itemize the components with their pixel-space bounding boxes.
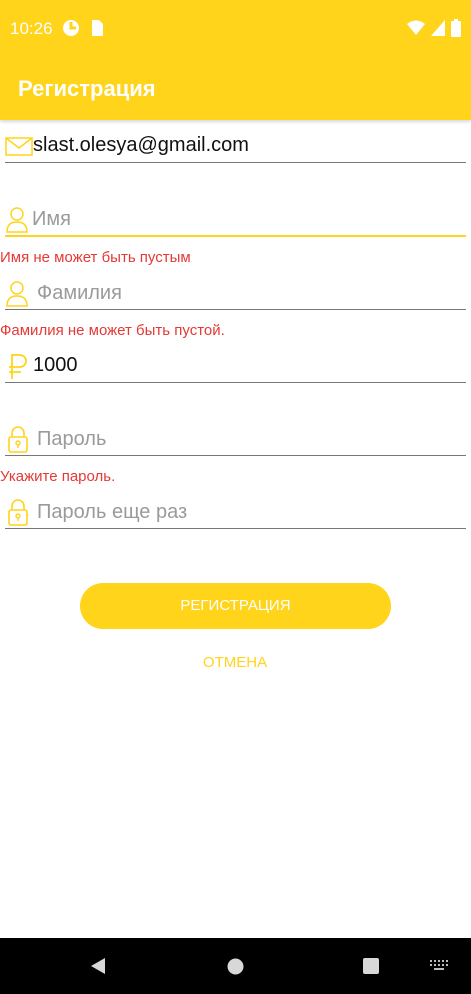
first-name-placeholder: Имя (32, 208, 71, 230)
ruble-icon (9, 354, 27, 379)
sim-card-icon (92, 20, 103, 36)
page-title: Регистрация (18, 76, 156, 101)
email-field[interactable]: slast.olesya@gmail.com (5, 130, 466, 163)
register-button[interactable]: РЕГИСТРАЦИЯ (80, 583, 391, 629)
password-repeat-placeholder: Пароль еще раз (37, 501, 188, 523)
password-field[interactable]: Пароль (5, 423, 466, 456)
password-placeholder: Пароль (37, 428, 107, 450)
status-bar: 10:26 (0, 0, 471, 58)
app-bar: Регистрация (0, 58, 471, 120)
first-name-field[interactable]: Имя (5, 203, 466, 237)
keyboard-icon[interactable] (430, 960, 448, 972)
person-icon (6, 281, 28, 307)
first-name-error: Имя не может быть пустым (0, 249, 191, 266)
lock-icon (8, 499, 28, 526)
person-icon (6, 207, 28, 233)
status-time: 10:26 (10, 19, 53, 38)
last-name-error: Фамилия не может быть пустой. (0, 322, 225, 339)
cancel-button[interactable]: ОТМЕНА (195, 654, 275, 671)
battery-icon (451, 19, 461, 37)
lock-icon (8, 426, 28, 453)
home-icon[interactable] (227, 958, 244, 975)
amount-value: 1000 (33, 354, 78, 376)
password-repeat-field[interactable]: Пароль еще раз (5, 496, 466, 529)
navigation-bar (0, 938, 471, 994)
amount-field[interactable]: 1000 (5, 350, 466, 383)
mail-icon (5, 137, 33, 156)
password-error: Укажите пароль. (0, 468, 116, 485)
last-name-field[interactable]: Фамилия (5, 277, 466, 310)
recents-icon[interactable] (363, 958, 379, 974)
back-icon[interactable] (89, 957, 107, 975)
wifi-icon (407, 20, 425, 35)
last-name-placeholder: Фамилия (37, 282, 122, 304)
signal-icon (431, 20, 445, 36)
email-value: slast.olesya@gmail.com (33, 134, 249, 156)
app-notification-icon (63, 20, 79, 36)
